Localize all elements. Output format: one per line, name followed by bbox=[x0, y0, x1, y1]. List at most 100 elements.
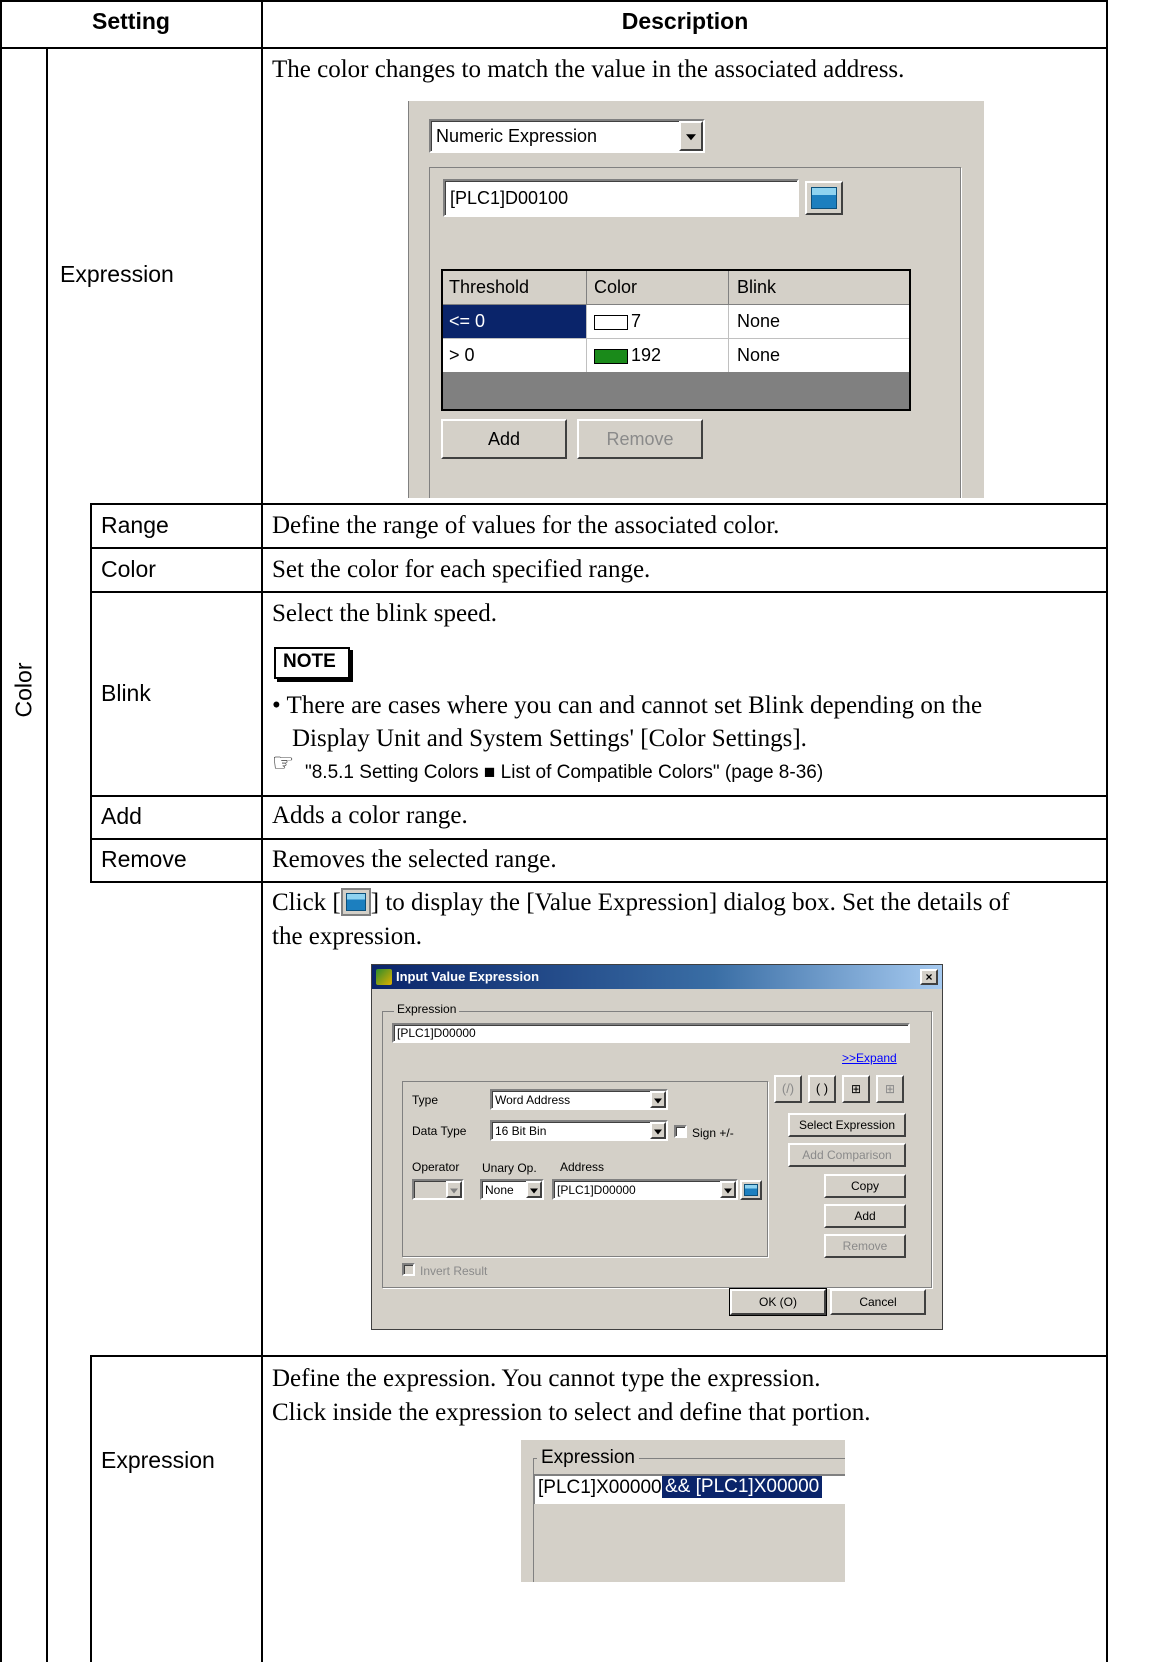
expression-field[interactable]: [PLC1]D00000 bbox=[392, 1023, 910, 1043]
label-remove: Remove bbox=[101, 846, 187, 872]
desc-expression2-line1: Define the expression. You cannot type t… bbox=[272, 1365, 821, 1392]
row-line-color bbox=[90, 547, 1108, 549]
note-reference: "8.5.1 Setting Colors ■ List of Compatib… bbox=[305, 762, 824, 783]
dropdown-arrow-button[interactable] bbox=[650, 1091, 666, 1108]
ok-button[interactable]: OK (O) bbox=[729, 1288, 827, 1316]
address-label: Address bbox=[560, 1160, 605, 1174]
unary-dropdown[interactable]: None bbox=[480, 1179, 544, 1200]
remove-button[interactable]: Remove bbox=[824, 1234, 906, 1258]
threshold-table-header: Threshold Color Blink bbox=[443, 271, 909, 305]
desc-remove: Removes the selected range. bbox=[272, 846, 557, 873]
color-column-divider bbox=[46, 48, 48, 1662]
row-line-click bbox=[90, 881, 1108, 883]
pointing-hand-icon: ☞ bbox=[272, 748, 295, 777]
input-value-expression-dialog: Input Value Expression × Expression [PLC… bbox=[371, 964, 943, 1330]
add-button[interactable]: Add bbox=[824, 1204, 906, 1228]
expression-value: [PLC1]D00000 bbox=[397, 1026, 476, 1040]
header-sep bbox=[728, 271, 729, 304]
column-header-blink: Blink bbox=[737, 277, 777, 297]
label-add: Add bbox=[101, 803, 142, 829]
invert-result-checkbox[interactable] bbox=[402, 1263, 415, 1276]
type-value: Word Address bbox=[495, 1093, 571, 1107]
note-title: NOTE bbox=[283, 651, 336, 672]
data-type-dropdown[interactable]: 16 Bit Bin bbox=[490, 1120, 668, 1141]
dialog-title-bar: Input Value Expression × bbox=[372, 965, 942, 989]
sub-column-divider-2 bbox=[90, 1356, 92, 1662]
threshold-cell: > 0 bbox=[449, 345, 475, 365]
app-icon bbox=[376, 969, 392, 985]
data-type-label: Data Type bbox=[412, 1124, 467, 1138]
cancel-button[interactable]: Cancel bbox=[830, 1289, 926, 1315]
desc-add: Adds a color range. bbox=[272, 802, 468, 829]
desc-click-line2: the expression. bbox=[272, 923, 422, 950]
row-sep bbox=[728, 305, 729, 338]
label-expression: Expression bbox=[60, 261, 174, 287]
operator-dropdown[interactable] bbox=[412, 1179, 464, 1200]
expression-group-label: Expression bbox=[537, 1447, 639, 1469]
row-line-add bbox=[90, 795, 1108, 797]
sign-checkbox[interactable] bbox=[674, 1125, 687, 1138]
negate-icon[interactable]: (/) bbox=[774, 1075, 802, 1103]
threshold-table[interactable]: Threshold Color Blink <= 0 7 None > 0 19… bbox=[441, 269, 911, 411]
label-blink: Blink bbox=[101, 680, 151, 706]
note-badge: NOTE bbox=[274, 647, 350, 679]
expression-part-selected[interactable]: && [PLC1]X00000 bbox=[662, 1476, 823, 1498]
expression-type-dropdown[interactable]: Numeric Expression bbox=[429, 119, 705, 153]
header-sep bbox=[586, 271, 587, 304]
expression-part[interactable]: [PLC1]X00000 bbox=[538, 1477, 662, 1499]
address-dropdown[interactable]: [PLC1]D00000 bbox=[552, 1179, 738, 1200]
desc-blink: Select the blink speed. bbox=[272, 600, 497, 627]
dropdown-arrow-button[interactable] bbox=[526, 1181, 542, 1198]
chevron-down-icon bbox=[724, 1188, 732, 1193]
label-color-vertical: Color bbox=[10, 662, 37, 718]
chevron-down-icon bbox=[450, 1188, 458, 1193]
desc-click-pre: Click [ bbox=[272, 889, 341, 916]
row-sep bbox=[586, 305, 587, 338]
dropdown-arrow-button[interactable] bbox=[720, 1181, 736, 1198]
type-dropdown[interactable]: Word Address bbox=[490, 1089, 668, 1110]
threshold-cell: <= 0 bbox=[449, 311, 486, 331]
parentheses-icon[interactable]: ( ) bbox=[808, 1075, 836, 1103]
column-header-threshold: Threshold bbox=[449, 277, 530, 297]
type-label: Type bbox=[412, 1093, 439, 1107]
chevron-down-icon bbox=[530, 1188, 538, 1193]
expression-field[interactable]: [PLC1]X00000 && [PLC1]X00000 bbox=[533, 1474, 845, 1504]
color-swatch bbox=[594, 315, 628, 330]
color-cell: 192 bbox=[631, 345, 662, 365]
calculator-icon[interactable] bbox=[805, 181, 843, 215]
desc-expression2-line2: Click inside the expression to select an… bbox=[272, 1399, 871, 1426]
header-divider bbox=[0, 47, 1108, 49]
chevron-down-icon bbox=[686, 134, 696, 141]
copy-button[interactable]: Copy bbox=[824, 1174, 906, 1198]
expression-type-value: Numeric Expression bbox=[436, 126, 598, 146]
sub-column-divider-1 bbox=[90, 503, 92, 883]
dropdown-arrow-button[interactable] bbox=[446, 1181, 462, 1198]
select-expression-button[interactable]: Select Expression bbox=[788, 1113, 906, 1137]
expand-link[interactable]: >>Expand bbox=[842, 1051, 897, 1065]
column-divider bbox=[261, 0, 263, 1662]
operator-label: Operator bbox=[412, 1160, 460, 1174]
calculator-icon[interactable] bbox=[740, 1180, 762, 1200]
column-header-color: Color bbox=[594, 277, 638, 297]
move-right-icon[interactable]: ⊞ bbox=[876, 1075, 904, 1103]
add-comparison-button[interactable]: Add Comparison bbox=[788, 1143, 906, 1167]
header-description: Description bbox=[621, 8, 749, 34]
move-left-icon[interactable]: ⊞ bbox=[842, 1075, 870, 1103]
table-row[interactable]: <= 0 7 None bbox=[443, 305, 909, 339]
desc-color: Set the color for each specified range. bbox=[272, 556, 651, 583]
dropdown-arrow-button[interactable] bbox=[650, 1122, 666, 1139]
blink-cell: None bbox=[737, 311, 781, 331]
calculator-icon bbox=[340, 888, 371, 916]
chevron-down-icon bbox=[654, 1129, 662, 1134]
row-line-remove bbox=[90, 838, 1108, 840]
row-sep bbox=[728, 339, 729, 372]
address-field[interactable]: [PLC1]D00100 bbox=[443, 179, 799, 217]
dropdown-arrow-button[interactable] bbox=[679, 121, 703, 151]
remove-range-button[interactable]: Remove bbox=[577, 419, 703, 459]
table-row[interactable]: > 0 192 None bbox=[443, 339, 909, 372]
row-line-expression2 bbox=[90, 1355, 1108, 1357]
add-range-button[interactable]: Add bbox=[441, 419, 567, 459]
address-value: [PLC1]D00100 bbox=[450, 188, 569, 208]
unary-label: Unary Op. bbox=[482, 1161, 537, 1175]
close-button[interactable]: × bbox=[920, 969, 938, 985]
